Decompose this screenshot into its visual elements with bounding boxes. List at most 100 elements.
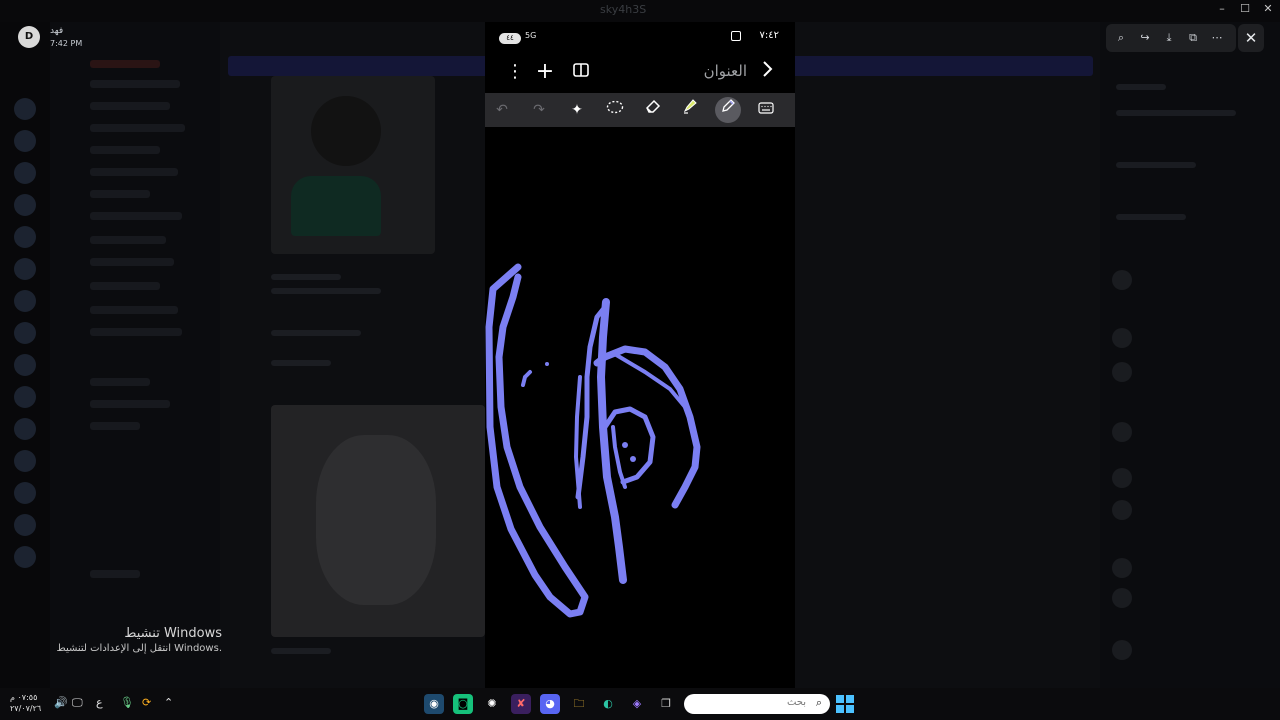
channel-item[interactable] (90, 146, 160, 154)
chat-image-attachment[interactable] (271, 405, 485, 637)
back-chevron-icon[interactable] (753, 58, 781, 86)
channel-item[interactable] (90, 306, 178, 314)
server-icon[interactable] (14, 322, 36, 344)
book-view-icon[interactable] (567, 58, 595, 86)
lasso-icon[interactable] (602, 97, 628, 123)
server-list (0, 22, 50, 688)
clock-date: ٢٧/٠٧/٢٦ (10, 704, 42, 713)
channel-item[interactable] (90, 400, 170, 408)
channel-item[interactable] (90, 212, 182, 220)
image-subject (316, 435, 436, 605)
taskbar-clock[interactable]: ٠٧:٥٥ م ٢٧/٠٧/٢٦ (10, 692, 41, 714)
member-name[interactable] (1116, 110, 1236, 116)
member-avatar[interactable] (1112, 468, 1132, 488)
download-icon[interactable]: ⤓ (1160, 29, 1178, 47)
server-icon[interactable] (14, 290, 36, 312)
minimize-button[interactable]: – (1210, 2, 1234, 18)
more-vert-icon[interactable]: ⋮ (501, 58, 529, 86)
keyboard-icon[interactable] (753, 97, 779, 123)
server-icon[interactable] (14, 418, 36, 440)
member-name[interactable] (1116, 162, 1196, 168)
maximize-button[interactable]: ☐ (1233, 2, 1257, 18)
member-avatar[interactable] (1112, 362, 1132, 382)
more-icon[interactable]: ⋯ (1208, 29, 1226, 47)
channel-item[interactable] (90, 60, 160, 68)
channel-item[interactable] (90, 378, 150, 386)
server-icon[interactable] (14, 354, 36, 376)
channel-item[interactable] (90, 124, 185, 132)
server-icon[interactable] (14, 386, 36, 408)
member-avatar[interactable] (1112, 500, 1132, 520)
viewer-toolbar: ⌕ ↪ ⤓ ⧉ ⋯ (1106, 24, 1236, 52)
server-icon[interactable] (14, 482, 36, 504)
server-icon[interactable] (14, 514, 36, 536)
chat-image-attachment[interactable] (271, 76, 435, 254)
channel-item[interactable] (90, 422, 140, 430)
channel-item[interactable] (90, 102, 170, 110)
member-avatar[interactable] (1112, 588, 1132, 608)
channel-item[interactable] (90, 258, 174, 266)
taskbar-search[interactable]: بحث ⌕ (684, 694, 830, 714)
start-tile (836, 705, 844, 713)
member-name[interactable] (1116, 214, 1186, 220)
server-icon[interactable] (14, 130, 36, 152)
zoom-in-icon[interactable]: ⌕ (1112, 29, 1130, 47)
server-icon[interactable] (14, 258, 36, 280)
discord-icon[interactable]: ◕ (540, 694, 560, 714)
start-button[interactable] (836, 695, 854, 713)
microphone-icon[interactable]: 🎙 (120, 696, 134, 709)
server-icon[interactable] (14, 450, 36, 472)
redo-icon[interactable]: ↷ (526, 97, 552, 123)
server-icon[interactable] (14, 162, 36, 184)
start-tile (836, 695, 844, 703)
highlighter-icon[interactable] (677, 97, 703, 123)
tray-overflow-chevron-icon[interactable]: ⌃ (164, 696, 173, 709)
language-indicator[interactable]: ع (96, 696, 103, 709)
channel-item[interactable] (90, 328, 182, 336)
pen-icon[interactable] (715, 97, 741, 123)
member-avatar[interactable] (1112, 640, 1132, 660)
app-icon[interactable]: ✺ (482, 694, 502, 714)
note-title[interactable]: العنوان (704, 62, 747, 80)
drawing-toolbar: ↶ ↷ ✦ (485, 93, 795, 127)
task-view-icon[interactable]: ❐ (656, 694, 676, 714)
member-avatar[interactable] (1112, 558, 1132, 578)
activation-title: تنشيط Windows (124, 626, 222, 641)
open-external-icon[interactable]: ⧉ (1184, 29, 1202, 47)
member-avatar[interactable] (1112, 422, 1132, 442)
channel-item[interactable] (90, 80, 180, 88)
undo-icon[interactable]: ↶ (489, 97, 515, 123)
member-avatar[interactable] (1112, 270, 1132, 290)
channel-item[interactable] (90, 236, 166, 244)
sync-icon[interactable]: ⟳ (142, 696, 151, 709)
phone-screenshot: ٤٤ 5G ٧:٤٢ ⋮ + العنوان ↶ ↷ ✦ (485, 22, 795, 688)
member-avatar[interactable] (1112, 328, 1132, 348)
eraser-icon[interactable] (640, 97, 666, 123)
window-close-button[interactable]: ✕ (1256, 2, 1280, 18)
server-icon[interactable] (14, 194, 36, 216)
drawing-canvas[interactable] (485, 127, 795, 688)
edge-icon[interactable]: ◐ (598, 694, 618, 714)
volume-icon[interactable]: 🔊 (54, 696, 68, 709)
network-icon[interactable]: 🖵 (72, 696, 83, 710)
avatar[interactable]: D (18, 26, 40, 48)
share-icon[interactable]: ↪ (1136, 29, 1154, 47)
close-viewer-button[interactable]: ✕ (1238, 24, 1264, 52)
add-icon[interactable]: + (531, 58, 559, 86)
app-icon[interactable]: ◙ (453, 694, 473, 714)
copilot-icon[interactable]: ◈ (627, 694, 647, 714)
start-tile (846, 705, 854, 713)
channel-item[interactable] (90, 190, 150, 198)
app-icon[interactable]: ✘ (511, 694, 531, 714)
ai-assist-icon[interactable]: ✦ (564, 97, 590, 123)
message-text (271, 274, 341, 280)
file-explorer-icon[interactable]: 🗀 (569, 694, 589, 714)
app-icon[interactable]: ◉ (424, 694, 444, 714)
server-icon[interactable] (14, 98, 36, 120)
server-icon[interactable] (14, 546, 36, 568)
channel-item[interactable] (90, 168, 178, 176)
channel-item[interactable] (90, 282, 160, 290)
channel-item[interactable] (90, 570, 140, 578)
titlebar: sky4h3S – ☐ ✕ (0, 0, 1280, 22)
server-icon[interactable] (14, 226, 36, 248)
